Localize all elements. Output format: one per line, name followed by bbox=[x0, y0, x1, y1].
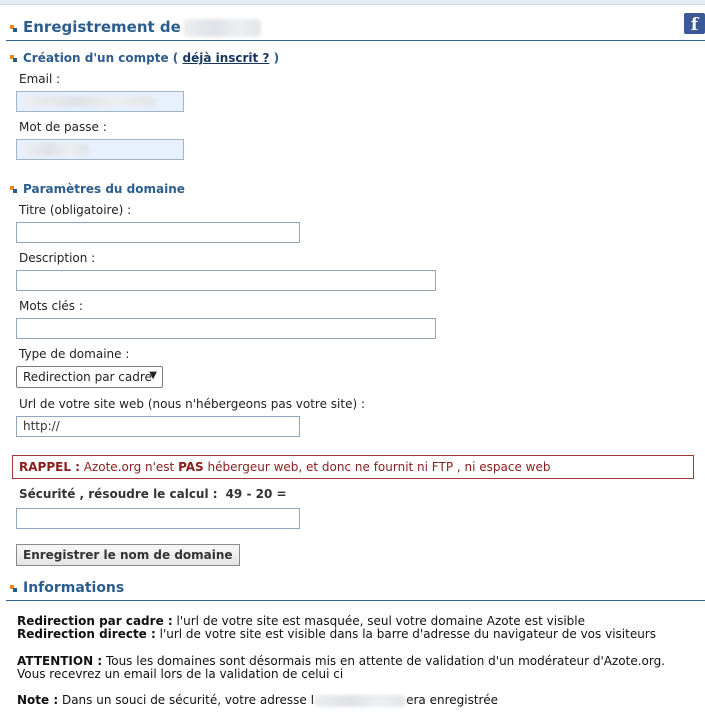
website-url-field[interactable]: http:// bbox=[16, 416, 300, 437]
domain-type-select[interactable]: Redirection par cadre ▼ bbox=[16, 366, 163, 388]
section-bullet-icon bbox=[10, 186, 17, 193]
section-bullet-icon bbox=[10, 585, 17, 592]
description-label: Description : bbox=[19, 251, 96, 265]
domain-section-title: Paramètres du domaine bbox=[10, 182, 185, 196]
attention-info: ATTENTION : Tous les domaines sont désor… bbox=[17, 654, 666, 681]
security-calculation: 49 - 20 = bbox=[225, 487, 287, 501]
title-label: Titre (obligatoire) : bbox=[19, 203, 132, 217]
password-field[interactable] bbox=[16, 139, 184, 160]
security-answer-field[interactable] bbox=[16, 508, 300, 529]
password-label: Mot de passe : bbox=[19, 120, 107, 134]
reminder-label: RAPPEL : bbox=[19, 460, 80, 474]
keywords-field[interactable] bbox=[16, 318, 436, 339]
security-label: Sécurité , résoudre le calcul : bbox=[19, 487, 218, 501]
chevron-down-icon: ▼ bbox=[149, 370, 157, 381]
top-bar bbox=[0, 0, 705, 5]
security-question: Sécurité , résoudre le calcul : 49 - 20 = bbox=[19, 487, 287, 501]
direct-redirection-info: Redirection directe : l'url de votre sit… bbox=[17, 627, 656, 641]
register-domain-button[interactable]: Enregistrer le nom de domaine bbox=[16, 544, 240, 566]
domain-type-selected: Redirection par cadre bbox=[23, 370, 152, 384]
description-field[interactable] bbox=[16, 270, 436, 291]
reminder-emphasis: PAS bbox=[178, 460, 204, 474]
page-title: Enregistrement de bbox=[10, 18, 261, 37]
security-note: Note : Dans un souci de sécurité, votre … bbox=[17, 693, 498, 707]
page-title-text: Enregistrement de bbox=[23, 18, 181, 36]
reminder-notice: RAPPEL : Azote.org n'est PAS hébergeur w… bbox=[12, 455, 694, 479]
section-bullet-icon bbox=[10, 55, 17, 62]
email-field[interactable] bbox=[16, 91, 184, 112]
title-field[interactable] bbox=[16, 222, 300, 243]
keywords-label: Mots clés : bbox=[19, 299, 83, 313]
title-divider bbox=[6, 40, 705, 41]
account-section-title: Création d'un compte ( déjà inscrit ? ) bbox=[10, 51, 279, 65]
already-registered-link[interactable]: déjà inscrit ? bbox=[182, 51, 269, 65]
domain-type-label: Type de domaine : bbox=[19, 347, 130, 361]
redacted-ip bbox=[314, 694, 407, 707]
section-bullet-icon bbox=[10, 25, 17, 32]
informations-title: Informations bbox=[10, 580, 124, 596]
facebook-icon[interactable]: f bbox=[684, 13, 705, 34]
redacted-password bbox=[23, 143, 89, 156]
website-url-label: Url de votre site web (nous n'hébergeons… bbox=[19, 397, 366, 411]
informations-divider bbox=[6, 600, 705, 601]
email-label: Email : bbox=[19, 72, 61, 86]
redacted-email bbox=[23, 96, 155, 107]
redacted-domain bbox=[182, 18, 261, 37]
